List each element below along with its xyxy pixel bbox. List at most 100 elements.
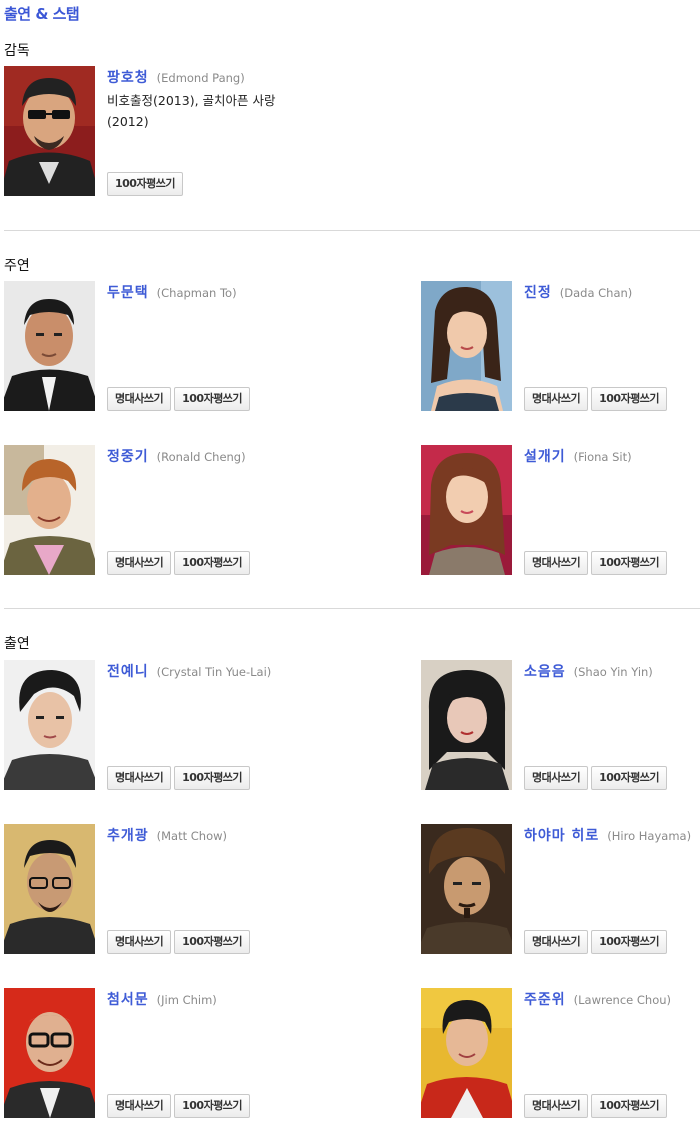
person-english-name: (Shao Yin Yin)	[573, 665, 653, 679]
actor-buttons: 명대사쓰기 100자평쓰기	[107, 1094, 253, 1118]
actor-buttons: 명대사쓰기 100자평쓰기	[107, 766, 253, 790]
cast-card-2: 소음음 (Shao Yin Yin) 명대사쓰기 100자평쓰기	[421, 660, 700, 792]
person-english-name: (Matt Chow)	[156, 829, 228, 843]
person-photo-icon	[4, 660, 95, 790]
actor-buttons: 명대사쓰기 100자평쓰기	[107, 551, 253, 575]
person-photo-icon	[4, 445, 95, 575]
director-filmography: 비호출정(2013), 골치아픈 사랑(2012)	[107, 93, 276, 129]
write-quote-button[interactable]: 명대사쓰기	[107, 766, 172, 790]
actor-photo[interactable]	[421, 988, 512, 1118]
actor-buttons: 명대사쓰기 100자평쓰기	[107, 930, 253, 954]
person-name-link[interactable]: 주준위	[524, 992, 566, 1008]
person-name-link[interactable]: 두문택	[107, 285, 149, 301]
person-english-name: (Crystal Tin Yue-Lai)	[156, 665, 272, 679]
person-photo-icon	[421, 660, 512, 790]
page-title: 출연 & 스탭	[4, 5, 80, 23]
section-label-director: 감독	[4, 43, 30, 59]
person-name-link[interactable]: 소음음	[524, 664, 566, 680]
actor-buttons: 명대사쓰기 100자평쓰기	[524, 930, 670, 954]
write-review-button[interactable]: 100자평쓰기	[591, 766, 668, 790]
person-name-link[interactable]: 첨서문	[107, 992, 149, 1008]
person-english-name: (Fiona Sit)	[573, 450, 632, 464]
person-name-link[interactable]: 설개기	[524, 449, 566, 465]
person-photo-icon	[421, 824, 512, 954]
director-name-row: 팡호청 (Edmond Pang)	[107, 67, 245, 87]
actor-photo[interactable]	[421, 445, 512, 575]
write-quote-button[interactable]: 명대사쓰기	[524, 551, 589, 575]
person-english-name: (Dada Chan)	[559, 286, 633, 300]
actor-name-row: 두문택 (Chapman To)	[107, 282, 237, 302]
cast-card-3: 추개광 (Matt Chow) 명대사쓰기 100자평쓰기	[4, 824, 304, 956]
write-review-button[interactable]: 100자평쓰기	[174, 551, 251, 575]
actor-name-row: 정중기 (Ronald Cheng)	[107, 446, 246, 466]
person-english-name: (Lawrence Chou)	[573, 993, 672, 1007]
actor-photo[interactable]	[4, 988, 95, 1118]
actor-photo[interactable]	[421, 660, 512, 790]
person-name-link[interactable]: 전예니	[107, 664, 149, 680]
actor-name-row: 추개광 (Matt Chow)	[107, 825, 227, 845]
person-name-link[interactable]: 하야마 히로	[524, 828, 599, 844]
cast-card-1: 전예니 (Crystal Tin Yue-Lai) 명대사쓰기 100자평쓰기	[4, 660, 304, 792]
lead-card-1: 두문택 (Chapman To) 명대사쓰기 100자평쓰기	[4, 281, 304, 413]
actor-name-row: 하야마 히로 (Hiro Hayama)	[524, 825, 691, 845]
actor-buttons: 명대사쓰기 100자평쓰기	[107, 387, 253, 411]
write-review-button[interactable]: 100자평쓰기	[107, 172, 183, 196]
lead-card-4: 설개기 (Fiona Sit) 명대사쓰기 100자평쓰기	[421, 445, 700, 577]
cast-card-5: 첨서문 (Jim Chim) 명대사쓰기 100자평쓰기	[4, 988, 304, 1120]
person-english-name: (Hiro Hayama)	[607, 829, 692, 843]
write-quote-button[interactable]: 명대사쓰기	[107, 930, 172, 954]
write-review-button[interactable]: 100자평쓰기	[591, 387, 668, 411]
actor-name-row: 첨서문 (Jim Chim)	[107, 989, 217, 1009]
person-photo-icon	[421, 988, 512, 1118]
actor-name-row: 전예니 (Crystal Tin Yue-Lai)	[107, 661, 271, 681]
actor-photo[interactable]	[4, 660, 95, 790]
person-photo-icon	[421, 281, 512, 411]
actor-photo[interactable]	[421, 824, 512, 954]
write-quote-button[interactable]: 명대사쓰기	[107, 1094, 172, 1118]
lead-card-2: 진정 (Dada Chan) 명대사쓰기 100자평쓰기	[421, 281, 700, 413]
actor-name-row: 소음음 (Shao Yin Yin)	[524, 661, 653, 681]
actor-name-row: 진정 (Dada Chan)	[524, 282, 632, 302]
actor-photo[interactable]	[4, 445, 95, 575]
actor-photo[interactable]	[4, 281, 95, 411]
write-quote-button[interactable]: 명대사쓰기	[524, 930, 589, 954]
person-photo-icon	[4, 281, 95, 411]
actor-photo[interactable]	[421, 281, 512, 411]
director-photo[interactable]	[4, 66, 95, 196]
person-name-link[interactable]: 팡호청	[107, 70, 149, 86]
person-photo-icon	[4, 988, 95, 1118]
write-review-button[interactable]: 100자평쓰기	[174, 1094, 251, 1118]
actor-buttons: 명대사쓰기 100자평쓰기	[524, 551, 670, 575]
actor-photo[interactable]	[4, 824, 95, 954]
write-review-button[interactable]: 100자평쓰기	[174, 387, 251, 411]
write-review-button[interactable]: 100자평쓰기	[591, 930, 668, 954]
write-quote-button[interactable]: 명대사쓰기	[524, 1094, 589, 1118]
actor-name-row: 주준위 (Lawrence Chou)	[524, 989, 671, 1009]
person-english-name: (Jim Chim)	[156, 993, 217, 1007]
write-review-button[interactable]: 100자평쓰기	[591, 1094, 668, 1118]
person-photo-icon	[4, 66, 95, 196]
write-quote-button[interactable]: 명대사쓰기	[524, 387, 589, 411]
person-name-link[interactable]: 추개광	[107, 828, 149, 844]
director-buttons: 100자평쓰기	[107, 172, 186, 196]
lead-card-3: 정중기 (Ronald Cheng) 명대사쓰기 100자평쓰기	[4, 445, 304, 577]
write-quote-button[interactable]: 명대사쓰기	[107, 387, 172, 411]
person-name-link[interactable]: 진정	[524, 285, 552, 301]
write-quote-button[interactable]: 명대사쓰기	[524, 766, 589, 790]
actor-buttons: 명대사쓰기 100자평쓰기	[524, 766, 670, 790]
person-english-name: (Edmond Pang)	[156, 71, 245, 85]
person-name-link[interactable]: 정중기	[107, 449, 149, 465]
write-review-button[interactable]: 100자평쓰기	[591, 551, 668, 575]
person-english-name: (Chapman To)	[156, 286, 237, 300]
actor-buttons: 명대사쓰기 100자평쓰기	[524, 1094, 670, 1118]
divider	[4, 608, 700, 609]
director-card: 팡호청 (Edmond Pang) 비호출정(2013), 골치아픈 사랑(201…	[4, 66, 324, 198]
person-photo-icon	[421, 445, 512, 575]
actor-buttons: 명대사쓰기 100자평쓰기	[524, 387, 670, 411]
write-quote-button[interactable]: 명대사쓰기	[107, 551, 172, 575]
section-label-cast: 출연	[4, 636, 30, 652]
divider	[4, 230, 700, 231]
section-label-lead: 주연	[4, 258, 30, 274]
write-review-button[interactable]: 100자평쓰기	[174, 930, 251, 954]
write-review-button[interactable]: 100자평쓰기	[174, 766, 251, 790]
